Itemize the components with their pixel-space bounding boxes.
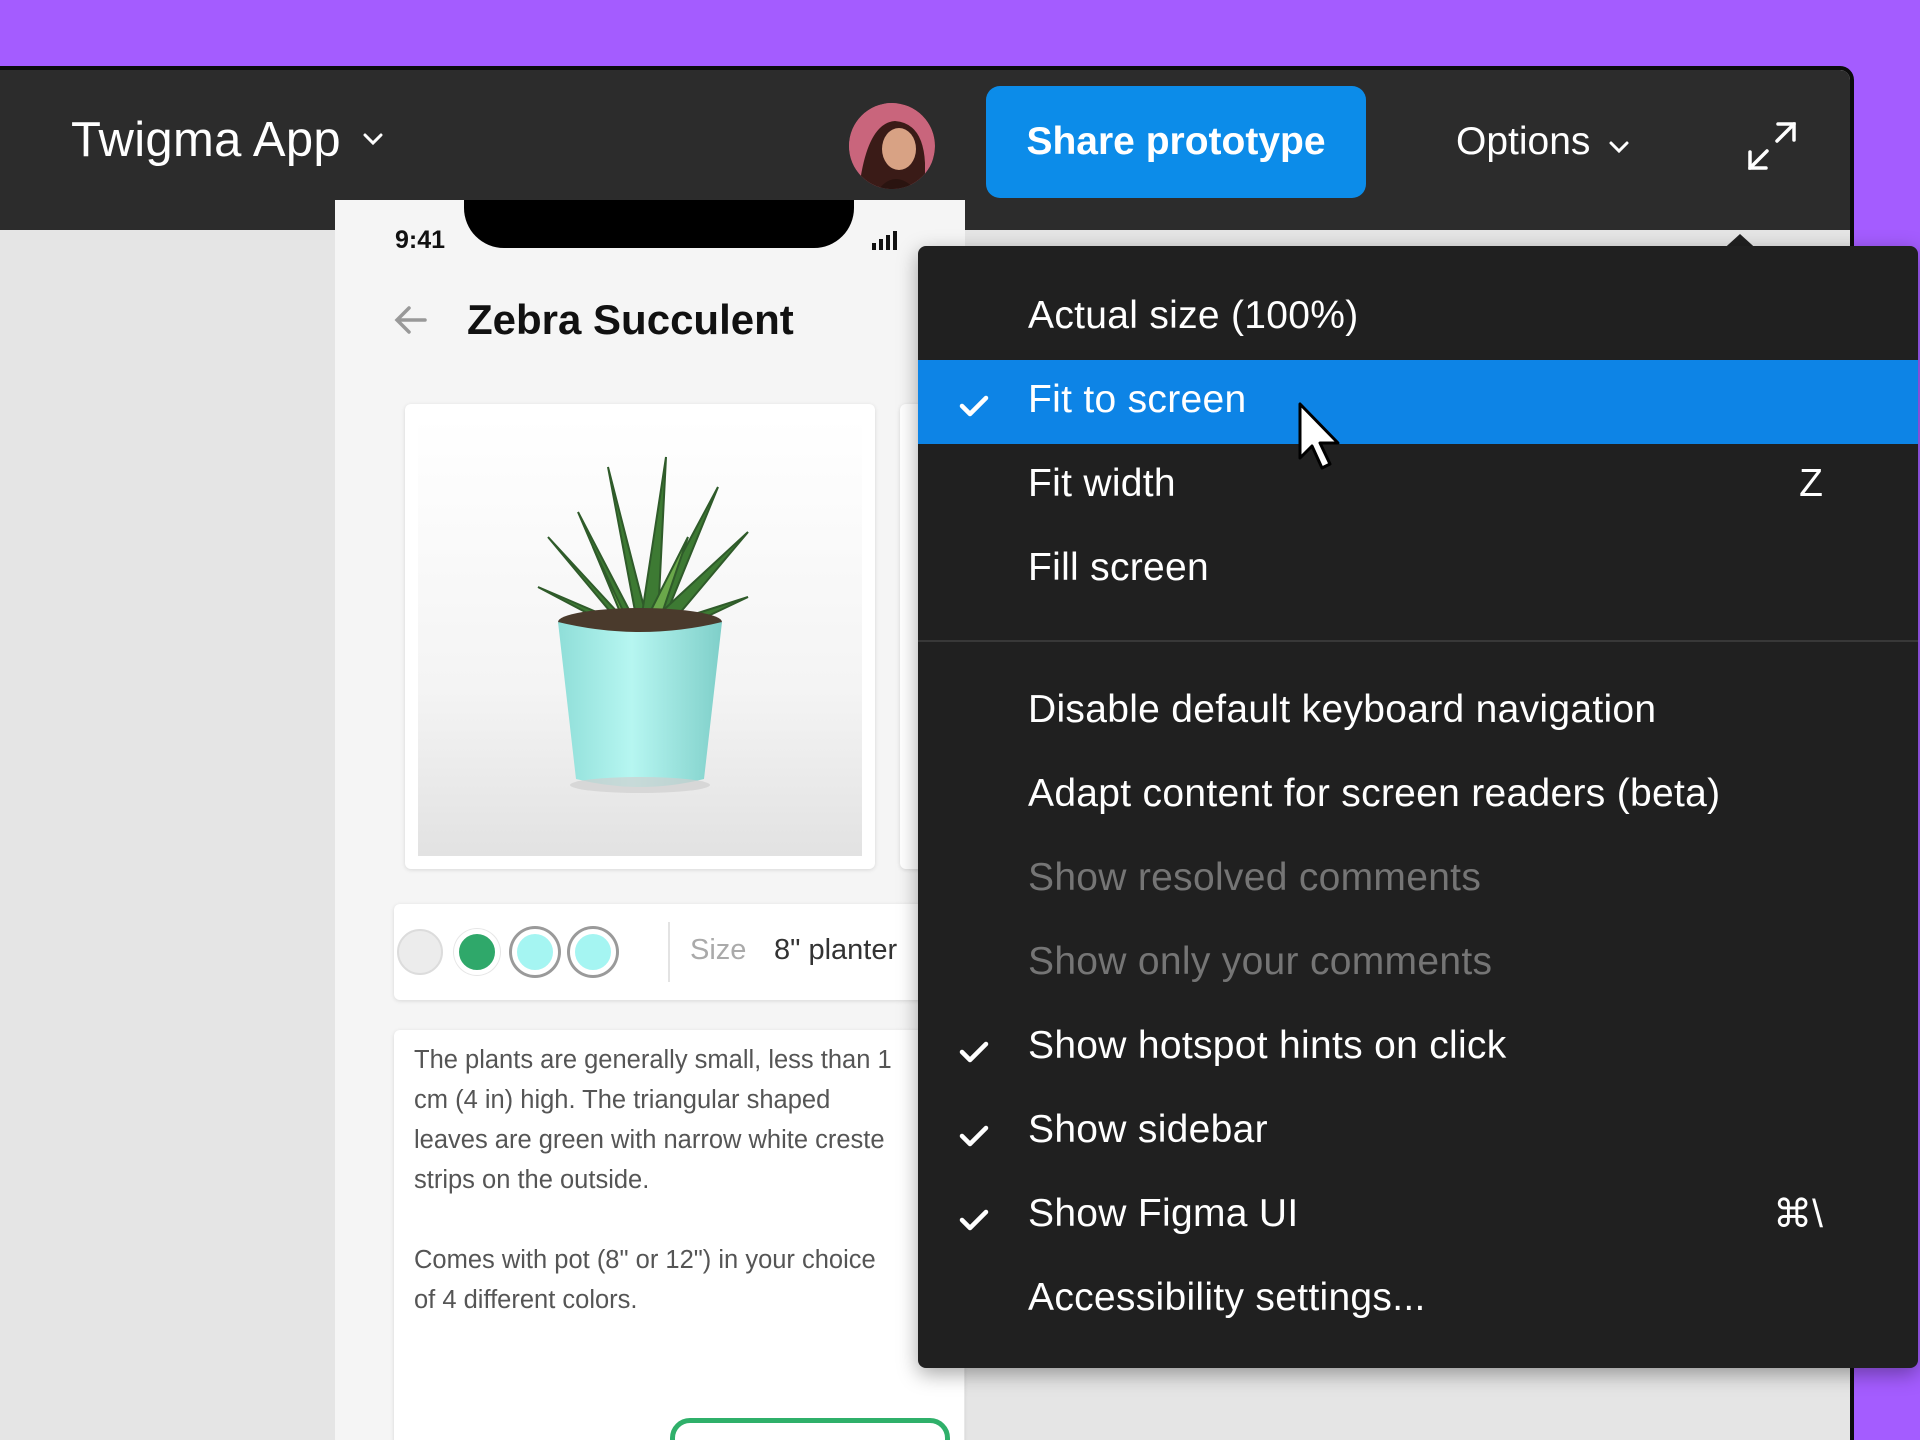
product-title: Zebra Succulent (467, 296, 794, 343)
share-prototype-button[interactable]: Share prototype (986, 86, 1366, 198)
swatch-light-grey[interactable] (397, 929, 443, 975)
add-to-cart-button[interactable] (670, 1418, 950, 1440)
checkmark-icon (958, 1199, 990, 1243)
menu-item-show-figma-ui[interactable]: Show Figma UI ⌘\ (918, 1174, 1918, 1258)
menu-item-label: Fit width (1028, 462, 1176, 505)
expand-icon[interactable] (1744, 118, 1800, 179)
menu-item-label: Disable default keyboard navigation (1028, 688, 1657, 731)
size-label: Size (690, 934, 747, 966)
menu-item-fit-to-screen[interactable]: Fit to screen (918, 360, 1918, 444)
menu-item-label: Show hotspot hints on click (1028, 1024, 1507, 1067)
menu-item-label: Adapt content for screen readers (beta) (1028, 772, 1721, 815)
chevron-down-icon (1608, 120, 1630, 164)
app-title[interactable]: Twigma App (71, 112, 341, 168)
menu-item-shortcut: Z (1799, 462, 1823, 505)
menu-item-label: Actual size (100%) (1028, 294, 1359, 337)
menu-item-show-hotspot-hints-on-click[interactable]: Show hotspot hints on click (918, 1006, 1918, 1090)
chevron-down-icon[interactable] (362, 132, 384, 151)
swatch-green[interactable] (454, 929, 500, 975)
menu-separator (918, 640, 1918, 642)
menu-item-accessibility-settings[interactable]: Accessibility settings... (918, 1258, 1918, 1342)
menu-item-show-sidebar[interactable]: Show sidebar (918, 1090, 1918, 1174)
mouse-cursor-icon (1296, 400, 1346, 475)
options-label: Options (1456, 120, 1591, 163)
checkmark-icon (958, 1115, 990, 1159)
product-description: The plants are generally small, less tha… (414, 1046, 892, 1314)
divider (668, 922, 670, 982)
menu-item-disable-default-keyboard-navigation[interactable]: Disable default keyboard navigation (918, 670, 1918, 754)
menu-item-adapt-content-for-screen-readers-beta[interactable]: Adapt content for screen readers (beta) (918, 754, 1918, 838)
menu-item-label: Show Figma UI (1028, 1192, 1299, 1235)
menu-item-shortcut: ⌘\ (1773, 1193, 1823, 1236)
menu-item-show-resolved-comments: Show resolved comments (918, 838, 1918, 922)
checkmark-icon (958, 1031, 990, 1075)
menu-item-fit-width[interactable]: Fit width Z (918, 444, 1918, 528)
menu-item-label: Accessibility settings... (1028, 1276, 1426, 1319)
product-photo (418, 417, 862, 856)
options-button[interactable]: Options (1456, 120, 1630, 164)
menu-item-label: Fit to screen (1028, 378, 1247, 421)
menu-item-label: Show only your comments (1028, 940, 1493, 983)
signal-icon (870, 230, 910, 255)
menu-item-show-only-your-comments: Show only your comments (918, 922, 1918, 1006)
swatch-mint-2[interactable] (570, 929, 616, 975)
swatch-mint-1[interactable] (512, 929, 558, 975)
size-value[interactable]: 8" planter (774, 934, 897, 967)
menu-item-actual-size-100[interactable]: Actual size (100%) (918, 276, 1918, 360)
menu-item-label: Show resolved comments (1028, 856, 1482, 899)
phone-notch (464, 200, 854, 248)
back-arrow-icon[interactable] (393, 304, 429, 341)
menu-item-label: Fill screen (1028, 546, 1210, 589)
checkmark-icon (958, 385, 990, 429)
avatar[interactable] (849, 103, 935, 189)
menu-item-label: Show sidebar (1028, 1108, 1268, 1151)
menu-item-fill-screen[interactable]: Fill screen (918, 528, 1918, 612)
status-time: 9:41 (395, 226, 446, 254)
